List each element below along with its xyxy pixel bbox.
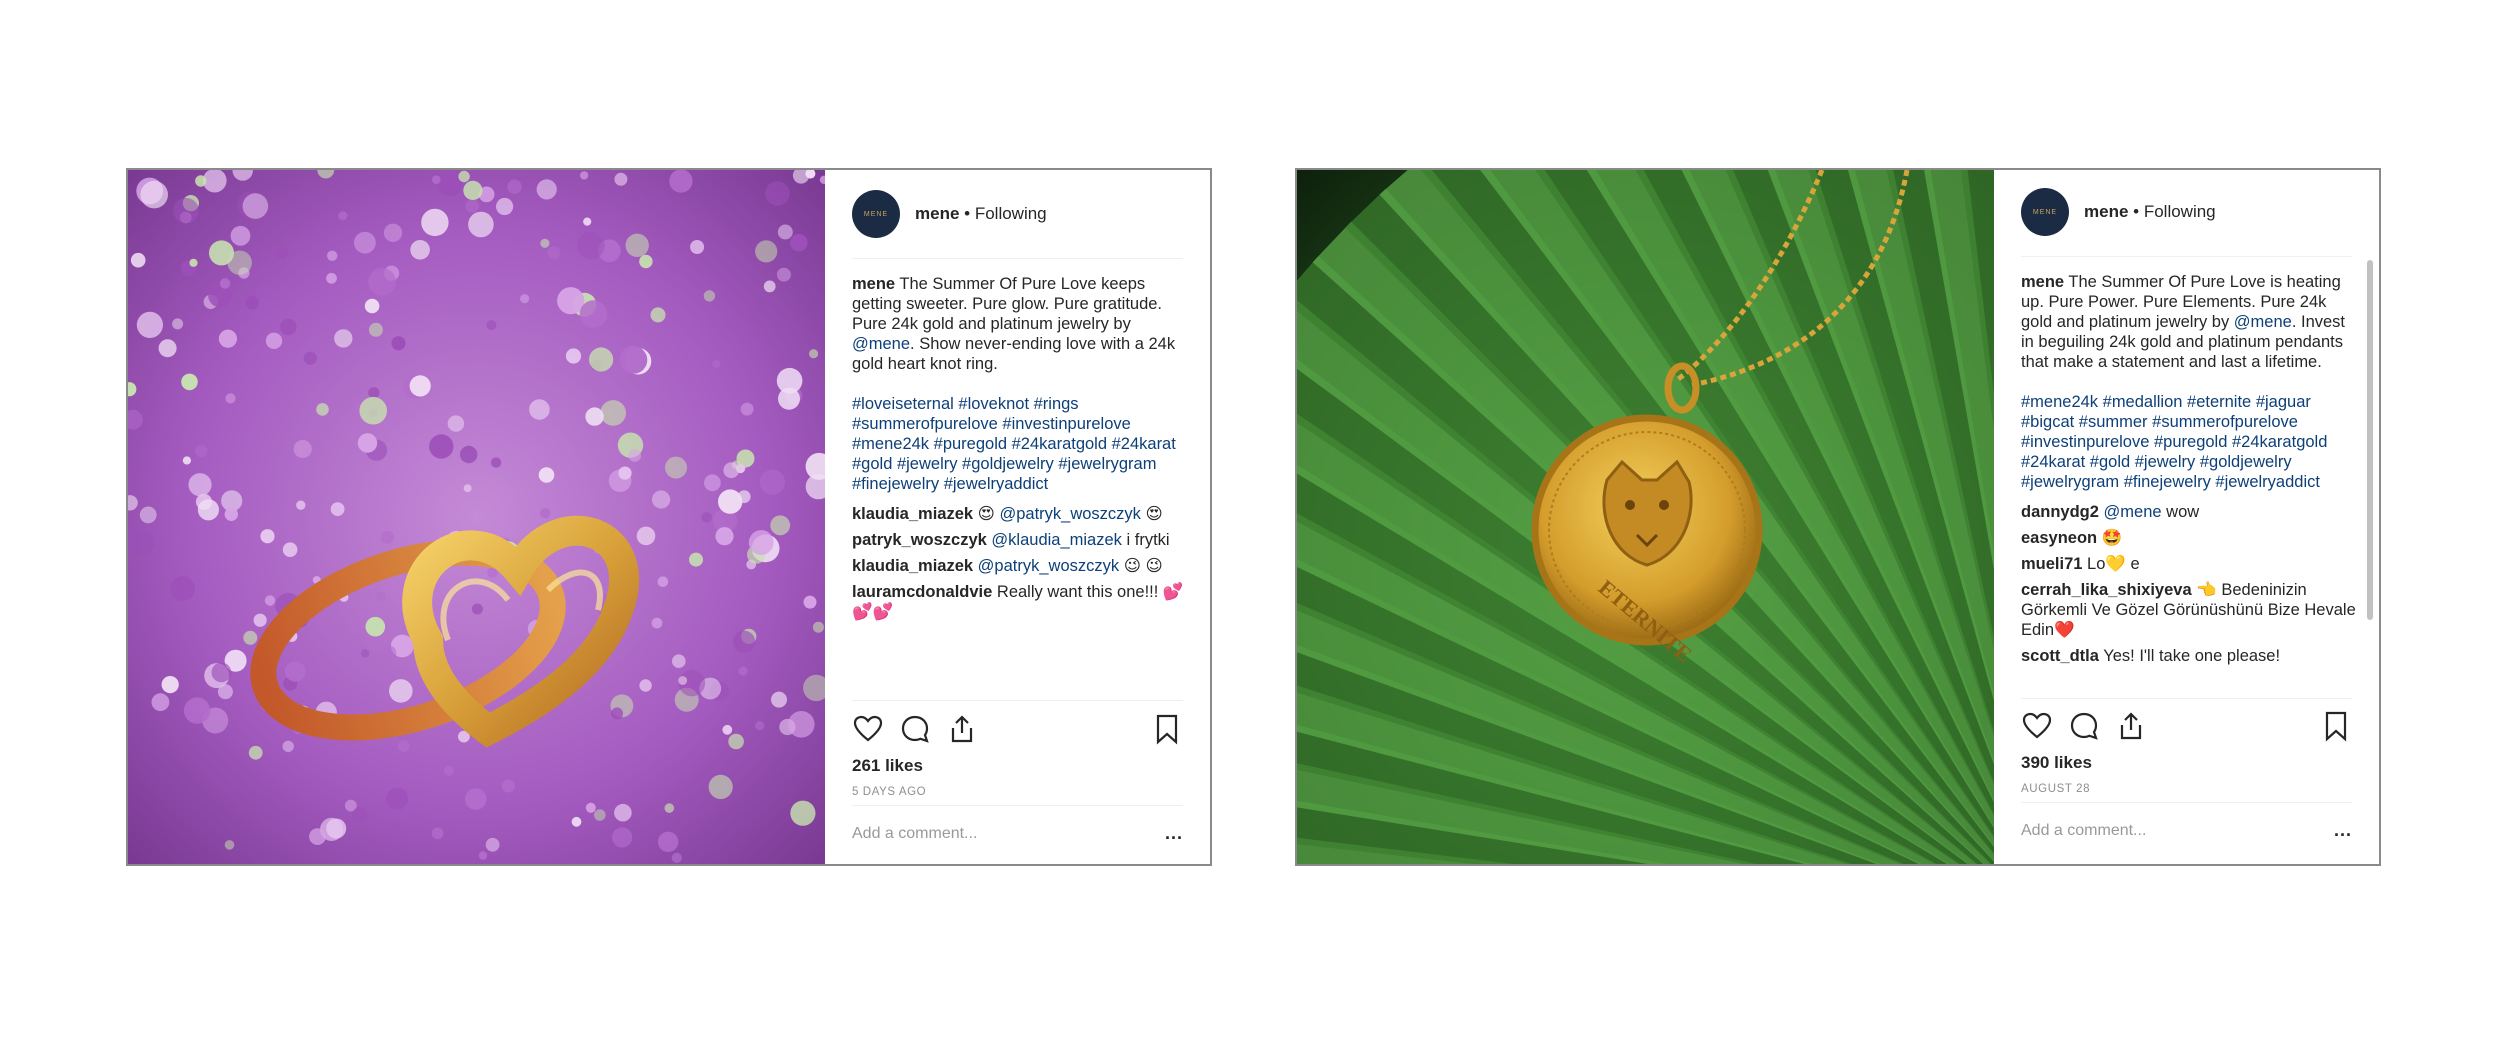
bookmark-icon[interactable] xyxy=(1151,713,1183,745)
share-icon[interactable] xyxy=(946,713,978,745)
comment-username[interactable]: cerrah_lika_shixiyeva xyxy=(2021,581,2192,599)
comment-text-end: i frytki xyxy=(1121,531,1170,549)
hashtags[interactable]: #loveiseternal #loveknot #rings #summero… xyxy=(852,394,1187,494)
comment-username[interactable]: scott_dtla xyxy=(2021,647,2099,665)
comment-username[interactable]: patryk_woszczyk xyxy=(852,531,987,549)
comment-username[interactable]: klaudia_miazek xyxy=(852,505,973,523)
follow-status[interactable]: • Following xyxy=(964,204,1047,223)
caption-username[interactable]: mene xyxy=(2021,273,2064,291)
comment-mention[interactable]: @klaudia_miazek xyxy=(991,531,1121,549)
action-bar xyxy=(2021,710,2352,744)
comment-username[interactable]: klaudia_miazek xyxy=(852,557,973,575)
post-header: MENE mene • Following xyxy=(852,190,1183,238)
comment-text: Lo💛 e xyxy=(2087,555,2140,573)
post-header: MENE mene • Following xyxy=(2021,188,2352,236)
comment-username[interactable]: mueli71 xyxy=(2021,555,2082,573)
post-date[interactable]: AUGUST 28 xyxy=(2021,783,2090,795)
instagram-post-1: MENE mene • Following mene The Summer Of… xyxy=(126,168,1212,866)
comment-text: Yes! I'll take one please! xyxy=(2103,647,2281,665)
comment: patryk_woszczyk @klaudia_miazek i frytki xyxy=(852,530,1187,550)
heart-icon[interactable] xyxy=(2021,710,2053,742)
instagram-post-2: ETERNITE MENE mene • Following mene The … xyxy=(1295,168,2381,866)
comment-icon[interactable] xyxy=(899,713,931,745)
comment: klaudia_miazek @patryk_woszczyk 😉 😉 xyxy=(852,556,1187,576)
comment-text-end: 😉 😉 xyxy=(1119,557,1163,575)
header-text: mene • Following xyxy=(2084,202,2216,222)
comment: cerrah_lika_shixiyeva 👈 Bedeninizin Görk… xyxy=(2021,580,2356,640)
caption: mene The Summer Of Pure Love is heating … xyxy=(2021,272,2356,372)
avatar[interactable]: MENE xyxy=(2021,188,2069,236)
post-sidebar: MENE mene • Following mene The Summer Of… xyxy=(825,170,1210,864)
post-date[interactable]: 5 DAYS AGO xyxy=(852,786,926,798)
comment: dannydg2 @mene wow xyxy=(2021,502,2356,522)
post-photo-pendant[interactable]: ETERNITE xyxy=(1297,170,1994,864)
comment-username[interactable]: dannydg2 xyxy=(2021,503,2099,521)
avatar[interactable]: MENE xyxy=(852,190,900,238)
post-photo-ring[interactable] xyxy=(128,170,825,864)
divider xyxy=(852,805,1183,806)
comment: mueli71 Lo💛 e xyxy=(2021,554,2356,574)
caption-text: The Summer Of Pure Love keeps getting sw… xyxy=(852,275,1163,333)
bookmark-icon[interactable] xyxy=(2320,710,2352,742)
caption-and-comments: mene The Summer Of Pure Love keeps getti… xyxy=(852,274,1187,694)
comment-username[interactable]: lauramcdonaldvie xyxy=(852,583,992,601)
avatar-logo-text: MENE xyxy=(863,210,889,218)
add-comment-input[interactable]: Add a comment... xyxy=(2021,822,2146,840)
caption: mene The Summer Of Pure Love keeps getti… xyxy=(852,274,1187,374)
comment-text: 🤩 xyxy=(2101,529,2123,547)
caption-mention[interactable]: @mene xyxy=(852,335,910,353)
post-sidebar: MENE mene • Following mene The Summer Of… xyxy=(1994,170,2379,864)
comment-username[interactable]: easyneon xyxy=(2021,529,2097,547)
comment-text-end: 😍 xyxy=(1140,505,1163,523)
add-comment-input[interactable]: Add a comment... xyxy=(852,825,977,843)
comment-mention[interactable]: @mene xyxy=(2104,503,2162,521)
more-options-button[interactable]: ... xyxy=(1165,823,1183,844)
comment-text: 😍 xyxy=(977,505,1000,523)
caption-and-comments: mene The Summer Of Pure Love is heating … xyxy=(2021,272,2356,692)
comment: easyneon 🤩 xyxy=(2021,528,2356,548)
header-text: mene • Following xyxy=(915,204,1047,224)
hashtags[interactable]: #mene24k #medallion #eternite #jaguar #b… xyxy=(2021,392,2356,492)
comment: lauramcdonaldvie Really want this one!!!… xyxy=(852,582,1187,622)
divider xyxy=(852,700,1183,701)
caption-username[interactable]: mene xyxy=(852,275,895,293)
divider xyxy=(2021,256,2352,257)
comment: klaudia_miazek 😍 @patryk_woszczyk 😍 xyxy=(852,504,1187,524)
more-options-button[interactable]: ... xyxy=(2334,820,2352,841)
heart-icon[interactable] xyxy=(852,713,884,745)
follow-status[interactable]: • Following xyxy=(2133,202,2216,221)
comment-mention[interactable]: @patryk_woszczyk xyxy=(978,557,1119,575)
comment: scott_dtla Yes! I'll take one please! xyxy=(2021,646,2356,666)
comment-text-end: wow xyxy=(2161,503,2200,521)
likes-count[interactable]: 390 likes xyxy=(2021,753,2092,773)
action-bar xyxy=(852,713,1183,747)
username-link[interactable]: mene xyxy=(915,204,959,223)
comments-scrollbar[interactable] xyxy=(2367,260,2373,620)
share-icon[interactable] xyxy=(2115,710,2147,742)
divider xyxy=(852,258,1183,259)
avatar-logo-text: MENE xyxy=(2032,208,2058,216)
comment-mention[interactable]: @patryk_woszczyk xyxy=(999,505,1140,523)
username-link[interactable]: mene xyxy=(2084,202,2128,221)
divider xyxy=(2021,698,2352,699)
divider xyxy=(2021,802,2352,803)
likes-count[interactable]: 261 likes xyxy=(852,756,923,776)
comment-icon[interactable] xyxy=(2068,710,2100,742)
caption-mention[interactable]: @mene xyxy=(2234,313,2292,331)
